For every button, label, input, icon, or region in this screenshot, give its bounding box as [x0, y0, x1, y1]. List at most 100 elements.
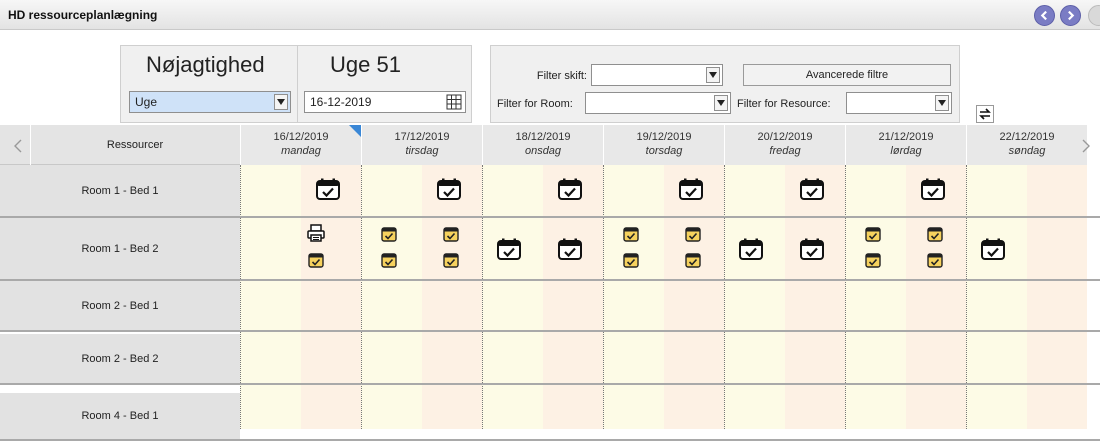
calendar-grid-icon[interactable]: [446, 94, 462, 113]
calendar-check-icon[interactable]: [739, 238, 763, 263]
previous-button[interactable]: [1034, 5, 1055, 26]
date-input-value: 16-12-2019: [310, 95, 372, 109]
resource-row-label[interactable]: Room 4 - Bed 1: [0, 393, 240, 441]
day-column-evening: [542, 165, 603, 429]
day-separator: [361, 165, 362, 429]
day-separator: [845, 165, 846, 429]
day-column-evening: [421, 165, 482, 429]
small-calendar-check-icon[interactable]: [927, 252, 943, 271]
small-calendar-check-icon[interactable]: [623, 252, 639, 271]
day-date: 18/12/2019: [515, 131, 571, 143]
schedule-grid: Ressourcer 16/12/2019 mandag 17/12/2019 tir…: [0, 125, 1100, 441]
day-weekday: torsdag: [645, 145, 683, 157]
toolbar: Nøjagtighed Uge 51 Uge 16-12-2019 Filter…: [0, 31, 1100, 125]
filter-shift-select[interactable]: [591, 64, 723, 86]
day-header[interactable]: 16/12/2019 mandag: [240, 125, 361, 165]
resource-row-label[interactable]: Room 1 - Bed 1: [0, 165, 240, 218]
filter-resource-select[interactable]: [846, 92, 952, 114]
calendar-check-icon[interactable]: [558, 178, 582, 203]
calendar-check-icon[interactable]: [981, 238, 1005, 263]
filter-shift-label: Filter skift:: [536, 70, 587, 82]
day-weekday: søndag: [1008, 145, 1046, 157]
filter-resource-label: Filter for Resource:: [737, 98, 831, 110]
small-calendar-check-icon[interactable]: [623, 226, 639, 245]
calendar-check-icon[interactable]: [921, 178, 945, 203]
row-separator: [240, 216, 1100, 218]
resource-row-label[interactable]: Room 1 - Bed 2: [0, 218, 240, 281]
panel-divider: [297, 46, 298, 122]
resources-header-cell: Ressourcer: [0, 125, 240, 165]
day-column-morning: [482, 165, 543, 429]
day-date: 19/12/2019: [636, 131, 692, 143]
week-title: Uge 51: [330, 52, 401, 77]
day-column-evening: [300, 165, 361, 429]
day-column-morning: [724, 165, 785, 429]
day-column-morning: [240, 165, 301, 429]
disabled-button: [1088, 5, 1100, 26]
chevron-right-icon: [1068, 10, 1075, 21]
day-header[interactable]: 20/12/2019 fredag: [724, 125, 845, 165]
dropdown-arrow-icon[interactable]: [935, 95, 949, 111]
day-column-evening: [1026, 165, 1087, 429]
dropdown-arrow-icon[interactable]: [714, 95, 728, 111]
dropdown-arrow-icon[interactable]: [274, 94, 288, 110]
day-header[interactable]: 18/12/2019 onsdag: [482, 125, 603, 165]
day-column-evening: [905, 165, 966, 429]
day-header[interactable]: 22/12/2019 søndag: [966, 125, 1087, 165]
day-weekday: tirsdag: [405, 145, 439, 157]
small-calendar-check-icon[interactable]: [443, 252, 459, 271]
calendar-check-icon[interactable]: [497, 238, 521, 263]
day-column-evening: [663, 165, 724, 429]
small-calendar-check-icon[interactable]: [443, 226, 459, 245]
small-calendar-check-icon[interactable]: [308, 252, 324, 271]
title-bar: HD ressourceplanlægning: [0, 0, 1100, 30]
printer-icon[interactable]: [307, 224, 325, 245]
day-weekday: lørdag: [890, 145, 922, 157]
day-column-morning: [966, 165, 1027, 429]
day-date: 21/12/2019: [878, 131, 934, 143]
row-separator: [240, 279, 1100, 281]
day-column-morning: [361, 165, 422, 429]
day-column-evening: [784, 165, 845, 429]
day-header[interactable]: 17/12/2019 tirsdag: [361, 125, 482, 165]
calendar-check-icon[interactable]: [437, 178, 461, 203]
calendar-check-icon[interactable]: [800, 238, 824, 263]
calendar-check-icon[interactable]: [316, 178, 340, 203]
day-column-morning: [845, 165, 906, 429]
small-calendar-check-icon[interactable]: [865, 252, 881, 271]
calendar-check-icon[interactable]: [558, 238, 582, 263]
row-separator: [240, 383, 1100, 385]
refresh-swap-icon[interactable]: [976, 105, 994, 123]
next-button[interactable]: [1060, 5, 1081, 26]
day-header[interactable]: 21/12/2019 lørdag: [845, 125, 966, 165]
day-header[interactable]: 19/12/2019 torsdag: [603, 125, 724, 165]
dropdown-arrow-icon[interactable]: [706, 67, 720, 83]
date-input[interactable]: 16-12-2019: [304, 91, 466, 113]
precision-select[interactable]: Uge: [129, 91, 291, 113]
small-calendar-check-icon[interactable]: [685, 226, 701, 245]
day-separator: [240, 165, 241, 429]
day-date: 17/12/2019: [394, 131, 450, 143]
resource-row-label[interactable]: Room 2 - Bed 2: [0, 334, 240, 385]
precision-panel: Nøjagtighed Uge 51 Uge 16-12-2019: [120, 45, 472, 123]
small-calendar-check-icon[interactable]: [927, 226, 943, 245]
calendar-check-icon[interactable]: [679, 178, 703, 203]
small-calendar-check-icon[interactable]: [381, 252, 397, 271]
day-separator: [966, 165, 967, 429]
resources-header: Ressourcer: [106, 139, 164, 151]
calendar-check-icon[interactable]: [800, 178, 824, 203]
resource-row-label[interactable]: Room 2 - Bed 1: [0, 281, 240, 332]
scroll-left-button[interactable]: [8, 133, 28, 159]
day-weekday: mandag: [281, 145, 321, 157]
day-column-morning: [603, 165, 664, 429]
advanced-filters-button[interactable]: Avancerede filtre: [743, 64, 951, 86]
scroll-right-button[interactable]: [1076, 133, 1096, 159]
small-calendar-check-icon[interactable]: [685, 252, 701, 271]
row-separator: [240, 330, 1100, 332]
day-date: 16/12/2019: [273, 131, 329, 143]
day-weekday: onsdag: [524, 145, 562, 157]
filter-room-select[interactable]: [585, 92, 731, 114]
small-calendar-check-icon[interactable]: [865, 226, 881, 245]
day-date: 22/12/2019: [999, 131, 1055, 143]
small-calendar-check-icon[interactable]: [381, 226, 397, 245]
